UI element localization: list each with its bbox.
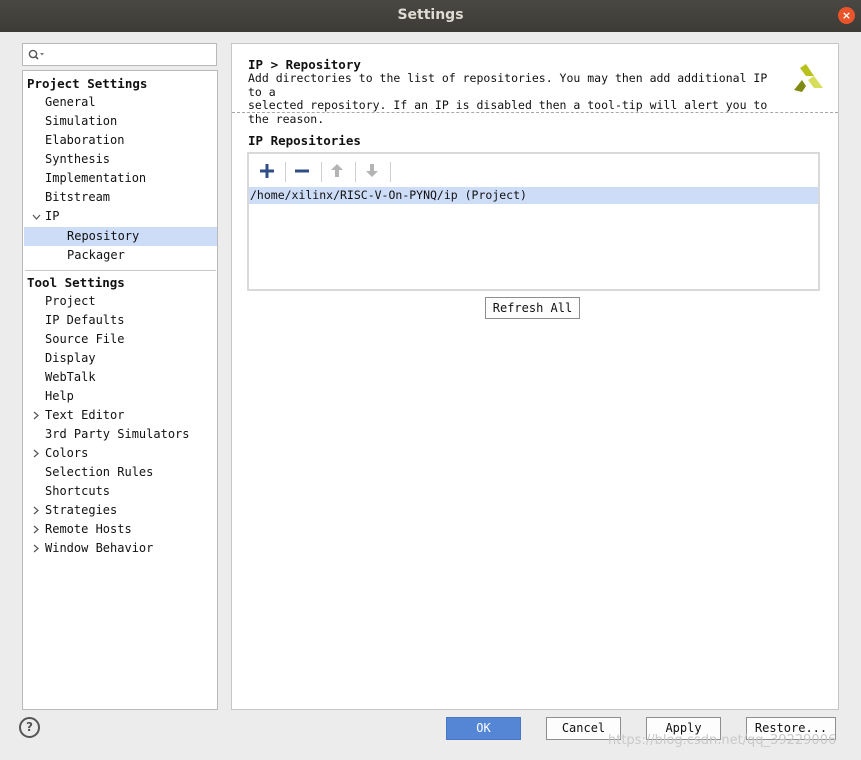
move-down-icon[interactable]: [359, 157, 387, 185]
settings-content: IP > Repository Add directories to the l…: [231, 43, 839, 710]
tree-item-source-file[interactable]: Source File: [45, 330, 124, 349]
ip-repositories-heading: IP Repositories: [248, 133, 361, 148]
breadcrumb: IP > Repository: [248, 57, 361, 72]
tool-settings-heading: Tool Settings: [27, 275, 125, 290]
tree-item-synthesis[interactable]: Synthesis: [45, 150, 110, 169]
watermark: https://blog.csdn.net/qq_39229006: [608, 733, 837, 748]
remove-icon[interactable]: [289, 157, 317, 185]
toolbar-separator: [285, 162, 286, 182]
toolbar-separator: [321, 162, 322, 182]
tree-item-colors[interactable]: Colors: [45, 444, 88, 463]
close-icon[interactable]: ×: [838, 7, 855, 24]
description-line: Add directories to the list of repositor…: [248, 71, 768, 99]
repository-row[interactable]: /home/xilinx/RISC-V-On-PYNQ/ip (Project): [249, 187, 818, 204]
add-icon[interactable]: [254, 157, 282, 185]
tree-item-ip[interactable]: IP: [45, 207, 59, 226]
search-icon: [28, 49, 44, 60]
toolbar-separator: [355, 162, 356, 182]
tree-item-display[interactable]: Display: [45, 349, 96, 368]
chevron-down-icon[interactable]: [32, 210, 41, 223]
tree-item-repository[interactable]: Repository: [67, 227, 139, 246]
window-titlebar: Settings ×: [0, 0, 861, 32]
tree-item-general[interactable]: General: [45, 93, 96, 112]
refresh-all-button[interactable]: Refresh All: [485, 297, 580, 319]
repository-list: /home/xilinx/RISC-V-On-PYNQ/ip (Project): [247, 152, 820, 291]
tree-item-remote-hosts[interactable]: Remote Hosts: [45, 520, 132, 539]
tree-item-webtalk[interactable]: WebTalk: [45, 368, 96, 387]
tree-item-elaboration[interactable]: Elaboration: [45, 131, 124, 150]
page-description: Add directories to the list of repositor…: [248, 71, 788, 126]
help-icon[interactable]: ?: [19, 717, 40, 738]
chevron-right-icon[interactable]: [33, 524, 39, 537]
chevron-right-icon[interactable]: [33, 505, 39, 518]
tree-item-strategies[interactable]: Strategies: [45, 501, 117, 520]
tree-item-shortcuts[interactable]: Shortcuts: [45, 482, 110, 501]
tree-item-window-behavior[interactable]: Window Behavior: [45, 539, 153, 558]
project-settings-heading: Project Settings: [27, 76, 148, 91]
settings-tree: Project Settings General Simulation Elab…: [22, 70, 218, 710]
header-divider: [232, 112, 838, 113]
ok-button[interactable]: OK: [446, 717, 521, 740]
search-input[interactable]: [22, 43, 217, 66]
tree-item-bitstream[interactable]: Bitstream: [45, 188, 110, 207]
chevron-right-icon[interactable]: [33, 410, 39, 423]
tree-item-help[interactable]: Help: [45, 387, 74, 406]
section-divider: [25, 270, 216, 271]
tree-item-implementation[interactable]: Implementation: [45, 169, 146, 188]
tree-item-3rd-party-simulators[interactable]: 3rd Party Simulators: [45, 425, 190, 444]
chevron-right-icon[interactable]: [33, 543, 39, 556]
xilinx-logo: [794, 64, 823, 92]
tree-item-project[interactable]: Project: [45, 292, 96, 311]
move-up-icon[interactable]: [324, 157, 352, 185]
tree-item-simulation[interactable]: Simulation: [45, 112, 117, 131]
toolbar-separator: [390, 162, 391, 182]
tree-item-packager[interactable]: Packager: [67, 246, 125, 265]
chevron-right-icon[interactable]: [33, 448, 39, 461]
tree-item-text-editor[interactable]: Text Editor: [45, 406, 124, 425]
window-title: Settings: [397, 7, 464, 23]
tree-item-selection-rules[interactable]: Selection Rules: [45, 463, 153, 482]
tree-item-ip-defaults[interactable]: IP Defaults: [45, 311, 124, 330]
